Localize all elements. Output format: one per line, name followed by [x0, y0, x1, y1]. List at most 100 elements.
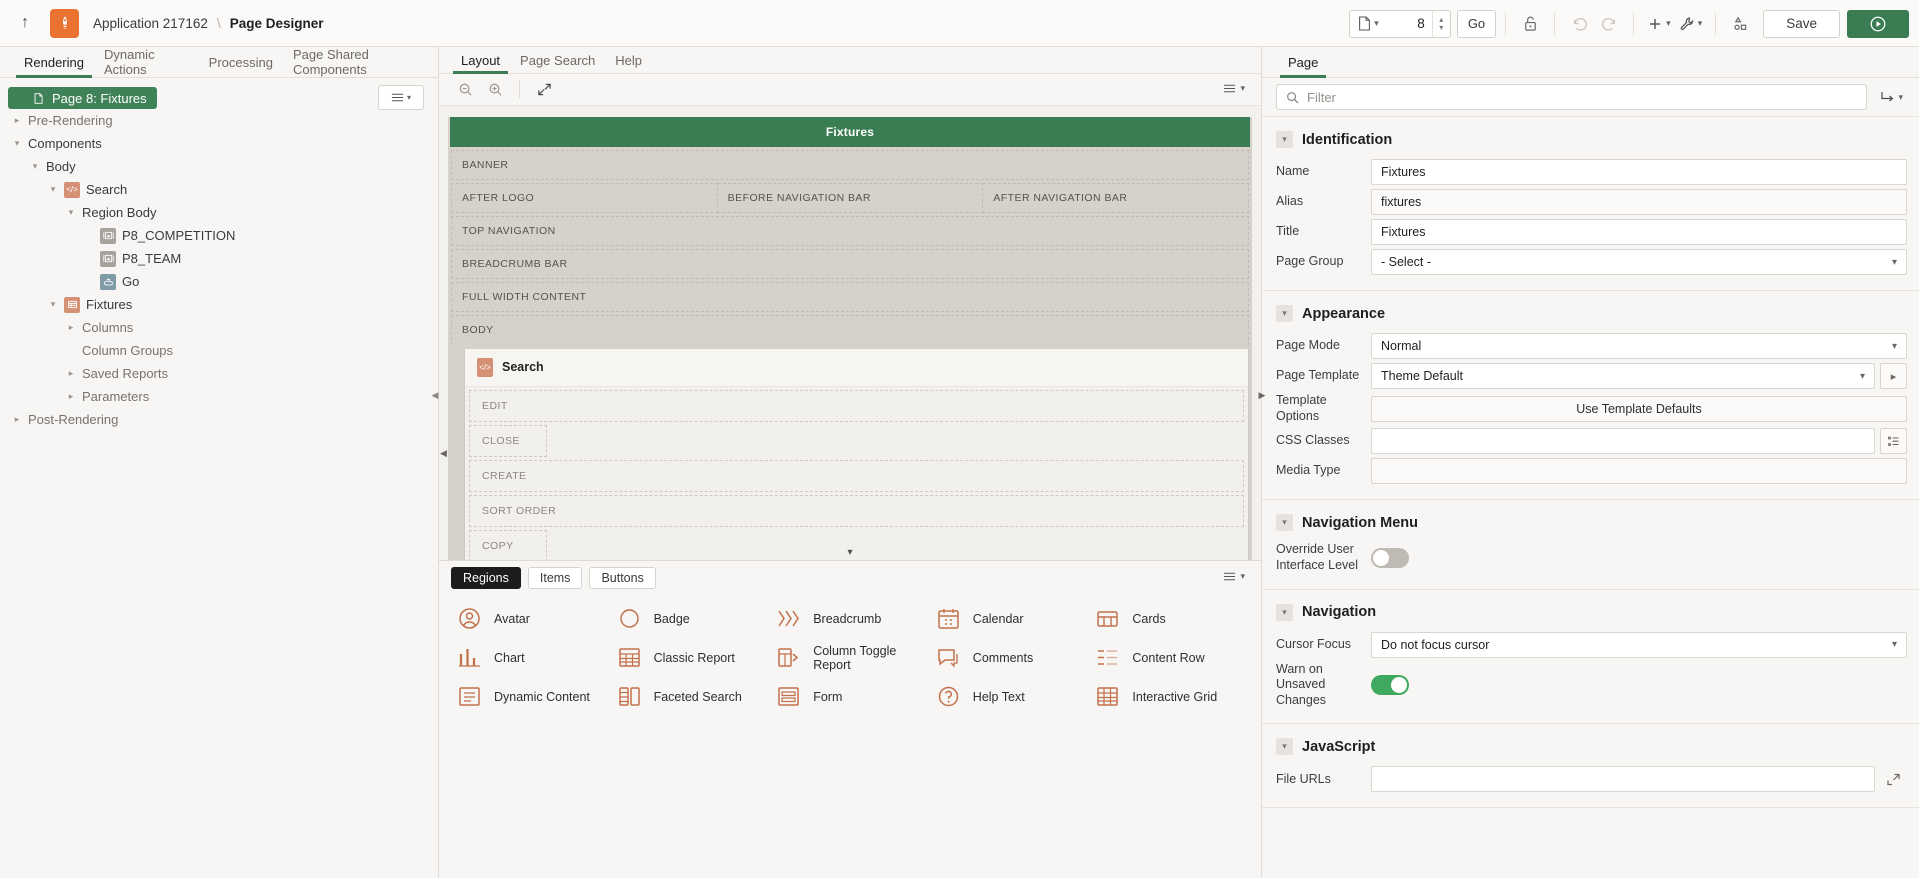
input-alias[interactable]: fixtures	[1371, 189, 1907, 215]
zoom-in-icon[interactable]	[481, 76, 509, 102]
expand-icon[interactable]	[530, 76, 558, 102]
region-slot-copy[interactable]: COPY	[469, 530, 547, 560]
zoom-out-icon[interactable]	[451, 76, 479, 102]
gallery-item-calendar[interactable]: Calendar	[930, 599, 1090, 638]
tab-layout[interactable]: Layout	[451, 47, 510, 73]
property-filter-input[interactable]	[1307, 90, 1857, 105]
select-page-template[interactable]: Theme Default▾	[1371, 363, 1875, 389]
property-group-header[interactable]: ▾JavaScript	[1262, 735, 1919, 764]
tab-page-shared-components[interactable]: Page Shared Components	[283, 47, 438, 77]
gallery-item-comments[interactable]: Comments	[930, 638, 1090, 677]
gallery-item-help-text[interactable]: Help Text	[930, 677, 1090, 716]
select-cursor-focus[interactable]: Do not focus cursor▾	[1371, 632, 1907, 658]
gallery-item-column-toggle-report[interactable]: Column Toggle Report	[770, 638, 930, 677]
layout-menu-button[interactable]: ▾	[1219, 79, 1249, 98]
chevron-down-icon[interactable]: ▾	[1276, 131, 1293, 148]
go-button[interactable]: Go	[1457, 10, 1496, 38]
run-page-button[interactable]	[1847, 10, 1909, 38]
tab-dynamic-actions[interactable]: Dynamic Actions	[94, 47, 199, 77]
select-page-mode[interactable]: Normal▾	[1371, 333, 1907, 359]
layout-slot-banner[interactable]: BANNER	[451, 150, 1249, 180]
stepper-down-icon[interactable]: ▾	[1439, 24, 1443, 32]
tree-item-region-body[interactable]: ▾Region Body	[0, 201, 438, 224]
property-goto-button[interactable]: ▾	[1876, 87, 1907, 108]
gallery-item-interactive-grid[interactable]: Interactive Grid	[1089, 677, 1249, 716]
gallery-item-dynamic-content[interactable]: Dynamic Content	[451, 677, 611, 716]
back-up-icon[interactable]: ↑	[14, 12, 36, 34]
gallery-menu-button[interactable]: ▾	[1219, 567, 1249, 586]
chevron-down-icon[interactable]: ▾	[46, 183, 60, 197]
app-logo-icon[interactable]	[50, 9, 79, 38]
gallery-tab-items[interactable]: Items	[528, 567, 583, 589]
redo-icon[interactable]	[1594, 10, 1624, 38]
layout-slot-breadcrumb-bar[interactable]: BREADCRUMB BAR	[451, 249, 1249, 279]
region-header[interactable]: </> Search	[465, 349, 1248, 387]
gallery-item-content-row[interactable]: Content Row	[1089, 638, 1249, 677]
tree-item-parameters[interactable]: ▸Parameters	[0, 385, 438, 408]
gallery-item-classic-report[interactable]: Classic Report	[611, 638, 771, 677]
gallery-item-badge[interactable]: Badge	[611, 599, 771, 638]
tree-item-components[interactable]: ▾Components	[0, 132, 438, 155]
chevron-down-icon[interactable]: ▾	[1276, 604, 1293, 621]
tree-item-p8-competition[interactable]: ▸P8_COMPETITION	[0, 224, 438, 247]
page-selector[interactable]: ▾ ▴ ▾	[1349, 10, 1451, 38]
breadcrumb-app[interactable]: Application 217162	[93, 16, 208, 31]
chevron-down-icon[interactable]: ▾	[64, 206, 78, 220]
tab-rendering[interactable]: Rendering	[14, 47, 94, 77]
left-panel-collapse-handle[interactable]: ◀	[431, 382, 439, 408]
tree-item-go[interactable]: ▸Go	[0, 270, 438, 293]
layout-slot-top-navigation[interactable]: TOP NAVIGATION	[451, 216, 1249, 246]
gallery-item-avatar[interactable]: Avatar	[451, 599, 611, 638]
tree-item-page-8-fixtures[interactable]: ▸Page 8: Fixtures	[8, 87, 157, 109]
gallery-item-breadcrumb[interactable]: Breadcrumb	[770, 599, 930, 638]
canvas-collapse-handle[interactable]: ◀	[439, 441, 448, 467]
css-classes-picker-icon[interactable]	[1880, 428, 1907, 454]
gallery-tab-buttons[interactable]: Buttons	[589, 567, 655, 589]
chevron-down-icon[interactable]: ▾	[1276, 514, 1293, 531]
input-title[interactable]: Fixtures	[1371, 219, 1907, 245]
gallery-item-chart[interactable]: Chart	[451, 638, 611, 677]
input-file-urls[interactable]	[1371, 766, 1875, 792]
tree-item-post-rendering[interactable]: ▸Post-Rendering	[0, 408, 438, 431]
page-doc-icon[interactable]: ▾	[1350, 11, 1386, 37]
chevron-right-icon[interactable]: ▸	[64, 321, 78, 335]
right-panel-collapse-handle[interactable]: ▶	[1258, 382, 1266, 408]
toggle-warn-on-unsaved-changes[interactable]	[1371, 675, 1409, 695]
open-page-template-button[interactable]: ▸	[1880, 363, 1907, 389]
chevron-down-icon[interactable]: ▾	[46, 298, 60, 312]
tab-page-search[interactable]: Page Search	[510, 47, 605, 73]
property-group-header[interactable]: ▾Identification	[1262, 128, 1919, 157]
tab-page-properties[interactable]: Page	[1278, 47, 1328, 77]
chevron-down-icon[interactable]: ▾	[1276, 305, 1293, 322]
region-slot-create[interactable]: CREATE	[469, 460, 1244, 492]
tab-help[interactable]: Help	[605, 47, 652, 73]
page-number-input[interactable]	[1386, 16, 1432, 31]
tree-item-search[interactable]: ▾</>Search	[0, 178, 438, 201]
undo-icon[interactable]	[1564, 10, 1594, 38]
page-number-stepper[interactable]: ▴ ▾	[1432, 11, 1450, 37]
save-button[interactable]: Save	[1763, 10, 1840, 38]
gallery-tab-regions[interactable]: Regions	[451, 567, 521, 589]
chevron-right-icon[interactable]: ▸	[64, 367, 78, 381]
page-shapes-icon[interactable]	[1725, 10, 1755, 38]
layout-slot-after-logo[interactable]: AFTER LOGO	[451, 183, 718, 213]
tree-item-column-groups[interactable]: ▸Column Groups	[0, 339, 438, 362]
layout-slot-after-navigation-bar[interactable]: AFTER NAVIGATION BAR	[983, 183, 1249, 213]
input-media-type[interactable]	[1371, 458, 1907, 484]
chevron-right-icon[interactable]: ▸	[10, 413, 24, 427]
property-group-header[interactable]: ▾Navigation	[1262, 601, 1919, 630]
layout-slot-body[interactable]: BODY	[451, 315, 1249, 345]
region-card-search[interactable]: </> Search EDIT CLOSE CREATE SORT ORDER …	[465, 349, 1248, 560]
layout-slot-full-width-content[interactable]: FULL WIDTH CONTENT	[451, 282, 1249, 312]
tree-item-body[interactable]: ▾Body	[0, 155, 438, 178]
layout-slot-before-navigation-bar[interactable]: BEFORE NAVIGATION BAR	[718, 183, 984, 213]
utilities-menu-button[interactable]: ▾	[1675, 16, 1707, 32]
property-filter-container[interactable]	[1276, 84, 1867, 110]
tree-item-fixtures[interactable]: ▾Fixtures	[0, 293, 438, 316]
create-menu-button[interactable]: ▾	[1643, 16, 1675, 32]
tree-item-saved-reports[interactable]: ▸Saved Reports	[0, 362, 438, 385]
tree-item-pre-rendering[interactable]: ▸Pre-Rendering	[0, 109, 438, 132]
expand-editor-icon[interactable]	[1880, 766, 1907, 792]
button-template-options[interactable]: Use Template Defaults	[1371, 396, 1907, 422]
chevron-right-icon[interactable]: ▸	[64, 390, 78, 404]
